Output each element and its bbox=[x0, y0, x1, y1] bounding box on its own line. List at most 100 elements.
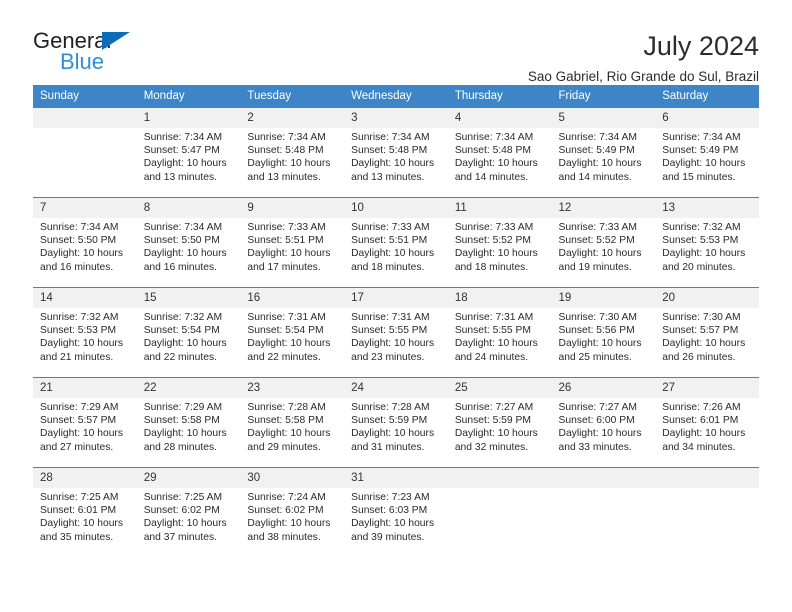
calendar-day-cell[interactable]: 2 Sunrise: 7:34 AM Sunset: 5:48 PM Daylight… bbox=[240, 108, 345, 198]
calendar-day-cell[interactable]: 14 Sunrise: 7:32 AM Sunset: 5:53 PM Dayligh… bbox=[33, 287, 137, 378]
day-number: 7 bbox=[33, 198, 137, 219]
calendar-day-cell[interactable]: 30 Sunrise: 7:24 AM Sunset: 6:02 PM Dayligh… bbox=[240, 467, 345, 557]
sunrise-time: Sunrise: 7:34 AM bbox=[40, 222, 119, 234]
sunset-time: Sunset: 5:48 PM bbox=[351, 145, 428, 157]
day-number bbox=[655, 468, 759, 488]
daylight-duration-line-2: and 15 minutes. bbox=[662, 171, 736, 183]
sunrise-time: Sunrise: 7:25 AM bbox=[143, 492, 223, 504]
calendar-day-cell[interactable]: 12 Sunrise: 7:33 AM Sunset: 5:52 PM Dayligh… bbox=[551, 197, 656, 288]
sunset-time: Sunset: 6:02 PM bbox=[247, 505, 324, 517]
day-number: 24 bbox=[344, 378, 448, 399]
calendar-day-cell[interactable]: 7 Sunrise: 7:34 AM Sunset: 5:50 PM Daylight… bbox=[33, 197, 137, 288]
day-details: Sunrise: 7:31 AM Sunset: 5:55 PM Daylight:… bbox=[344, 308, 448, 364]
sunset-time: Sunset: 5:57 PM bbox=[662, 325, 739, 337]
sunset-time: Sunset: 5:53 PM bbox=[662, 235, 739, 247]
calendar-day-cell[interactable]: 20 Sunrise: 7:30 AM Sunset: 5:57 PM Dayligh… bbox=[655, 287, 759, 378]
sunrise-time: Sunrise: 7:33 AM bbox=[247, 222, 326, 234]
calendar-day-cell[interactable]: 21 Sunrise: 7:29 AM Sunset: 5:57 PM Dayligh… bbox=[33, 377, 137, 468]
sunset-time: Sunset: 5:57 PM bbox=[40, 415, 117, 427]
calendar-day-cell[interactable]: 17 Sunrise: 7:31 AM Sunset: 5:55 PM Dayligh… bbox=[344, 287, 448, 378]
sunset-time: Sunset: 5:58 PM bbox=[143, 415, 220, 427]
calendar-day-cell[interactable]: 16 Sunrise: 7:31 AM Sunset: 5:54 PM Dayligh… bbox=[240, 287, 345, 378]
sunset-time: Sunset: 5:50 PM bbox=[40, 235, 117, 247]
calendar-day-cell[interactable]: 11 Sunrise: 7:33 AM Sunset: 5:52 PM Dayligh… bbox=[447, 197, 552, 288]
day-details: Sunrise: 7:32 AM Sunset: 5:53 PM Daylight:… bbox=[33, 308, 137, 364]
calendar-day-cell[interactable]: 5 Sunrise: 7:34 AM Sunset: 5:49 PM Daylight… bbox=[551, 108, 656, 198]
day-number: 2 bbox=[240, 108, 345, 129]
day-number: 1 bbox=[136, 108, 241, 129]
daylight-duration-line-2: and 33 minutes. bbox=[558, 441, 632, 453]
calendar-body: 1 Sunrise: 7:34 AM Sunset: 5:47 PM Daylight… bbox=[33, 108, 759, 557]
calendar-day-cell[interactable]: 4 Sunrise: 7:34 AM Sunset: 5:48 PM Daylight… bbox=[447, 108, 552, 198]
day-details: Sunrise: 7:25 AM Sunset: 6:02 PM Daylight:… bbox=[137, 488, 241, 544]
calendar-day-cell[interactable]: 10 Sunrise: 7:33 AM Sunset: 5:51 PM Dayligh… bbox=[344, 197, 448, 288]
sunrise-time: Sunrise: 7:34 AM bbox=[247, 132, 326, 144]
sunrise-sunset-calendar: Sunday Monday Tuesday Wednesday Thursday… bbox=[33, 85, 759, 557]
calendar-day-cell[interactable]: 9 Sunrise: 7:33 AM Sunset: 5:51 PM Daylight… bbox=[240, 197, 345, 288]
daylight-duration-line-1: Daylight: 10 hours bbox=[351, 338, 435, 350]
daylight-duration-line-2: and 22 minutes. bbox=[143, 351, 217, 363]
day-number: 3 bbox=[344, 108, 448, 129]
day-details: Sunrise: 7:34 AM Sunset: 5:50 PM Daylight:… bbox=[137, 218, 241, 274]
calendar-day-cell[interactable]: 23 Sunrise: 7:28 AM Sunset: 5:58 PM Dayligh… bbox=[240, 377, 345, 468]
calendar-week-row: 1 Sunrise: 7:34 AM Sunset: 5:47 PM Daylight… bbox=[33, 108, 759, 198]
daylight-duration-line-2: and 21 minutes. bbox=[40, 351, 114, 363]
calendar-day-cell[interactable]: 3 Sunrise: 7:34 AM Sunset: 5:48 PM Daylight… bbox=[344, 108, 448, 198]
daylight-duration-line-1: Daylight: 10 hours bbox=[143, 158, 227, 170]
sunset-time: Sunset: 5:47 PM bbox=[143, 145, 220, 157]
daylight-duration-line-2: and 14 minutes. bbox=[558, 171, 632, 183]
calendar-day-cell[interactable]: 29 Sunrise: 7:25 AM Sunset: 6:02 PM Dayligh… bbox=[136, 467, 241, 557]
daylight-duration-line-1: Daylight: 10 hours bbox=[351, 248, 435, 260]
calendar-day-cell[interactable]: 13 Sunrise: 7:32 AM Sunset: 5:53 PM Dayligh… bbox=[655, 197, 759, 288]
calendar-day-cell[interactable]: 22 Sunrise: 7:29 AM Sunset: 5:58 PM Dayligh… bbox=[136, 377, 241, 468]
day-number: 11 bbox=[447, 198, 552, 219]
daylight-duration-line-2: and 16 minutes. bbox=[143, 261, 217, 273]
sunrise-time: Sunrise: 7:24 AM bbox=[247, 492, 326, 504]
day-details: Sunrise: 7:34 AM Sunset: 5:47 PM Daylight:… bbox=[137, 128, 241, 184]
daylight-duration-line-2: and 13 minutes. bbox=[351, 171, 425, 183]
calendar-day-cell[interactable]: 31 Sunrise: 7:23 AM Sunset: 6:03 PM Dayligh… bbox=[344, 467, 448, 557]
daylight-duration-line-2: and 13 minutes. bbox=[143, 171, 217, 183]
day-details: Sunrise: 7:30 AM Sunset: 5:56 PM Daylight:… bbox=[552, 308, 656, 364]
calendar-day-cell[interactable]: 24 Sunrise: 7:28 AM Sunset: 5:59 PM Dayligh… bbox=[344, 377, 448, 468]
sunset-time: Sunset: 5:55 PM bbox=[454, 325, 531, 337]
day-details: Sunrise: 7:29 AM Sunset: 5:57 PM Daylight:… bbox=[33, 398, 137, 454]
daylight-duration-line-2: and 13 minutes. bbox=[247, 171, 321, 183]
day-number: 15 bbox=[136, 288, 241, 309]
day-number: 6 bbox=[655, 108, 759, 129]
day-number: 13 bbox=[655, 198, 759, 219]
general-blue-logo[interactable]: General Blue bbox=[33, 30, 173, 76]
sunset-time: Sunset: 5:52 PM bbox=[558, 235, 635, 247]
day-number: 4 bbox=[447, 108, 552, 129]
sunrise-time: Sunrise: 7:29 AM bbox=[143, 402, 223, 414]
sunset-time: Sunset: 6:02 PM bbox=[143, 505, 220, 517]
calendar-day-cell[interactable]: 8 Sunrise: 7:34 AM Sunset: 5:50 PM Daylight… bbox=[136, 197, 241, 288]
weekday-header-sunday: Sunday bbox=[33, 85, 137, 108]
calendar-day-cell-empty bbox=[655, 467, 759, 557]
calendar-day-cell[interactable]: 26 Sunrise: 7:27 AM Sunset: 6:00 PM Dayligh… bbox=[551, 377, 656, 468]
sunset-time: Sunset: 5:53 PM bbox=[40, 325, 117, 337]
calendar-day-cell[interactable]: 18 Sunrise: 7:31 AM Sunset: 5:55 PM Dayligh… bbox=[447, 287, 552, 378]
calendar-day-cell[interactable]: 1 Sunrise: 7:34 AM Sunset: 5:47 PM Daylight… bbox=[136, 108, 241, 198]
sunset-time: Sunset: 5:49 PM bbox=[558, 145, 635, 157]
day-details: Sunrise: 7:31 AM Sunset: 5:55 PM Daylight:… bbox=[448, 308, 552, 364]
calendar-day-cell[interactable]: 27 Sunrise: 7:26 AM Sunset: 6:01 PM Dayligh… bbox=[655, 377, 759, 468]
calendar-day-cell[interactable]: 15 Sunrise: 7:32 AM Sunset: 5:54 PM Dayligh… bbox=[136, 287, 241, 378]
sunset-time: Sunset: 5:52 PM bbox=[454, 235, 531, 247]
day-details: Sunrise: 7:25 AM Sunset: 6:01 PM Daylight:… bbox=[33, 488, 137, 544]
sunset-time: Sunset: 5:51 PM bbox=[351, 235, 428, 247]
daylight-duration-line-2: and 17 minutes. bbox=[247, 261, 321, 273]
weekday-header-friday: Friday bbox=[551, 85, 656, 108]
sunset-time: Sunset: 5:48 PM bbox=[454, 145, 531, 157]
daylight-duration-line-1: Daylight: 10 hours bbox=[143, 518, 227, 530]
sunset-time: Sunset: 5:58 PM bbox=[247, 415, 324, 427]
calendar-day-cell[interactable]: 19 Sunrise: 7:30 AM Sunset: 5:56 PM Dayligh… bbox=[551, 287, 656, 378]
day-details: Sunrise: 7:31 AM Sunset: 5:54 PM Daylight:… bbox=[240, 308, 344, 364]
daylight-duration-line-1: Daylight: 10 hours bbox=[143, 248, 227, 260]
daylight-duration-line-1: Daylight: 10 hours bbox=[558, 248, 642, 260]
sunset-time: Sunset: 6:00 PM bbox=[558, 415, 635, 427]
calendar-day-cell[interactable]: 25 Sunrise: 7:27 AM Sunset: 5:59 PM Dayligh… bbox=[447, 377, 552, 468]
calendar-day-cell[interactable]: 28 Sunrise: 7:25 AM Sunset: 6:01 PM Dayligh… bbox=[33, 467, 137, 557]
day-number: 21 bbox=[33, 378, 137, 399]
calendar-day-cell[interactable]: 6 Sunrise: 7:34 AM Sunset: 5:49 PM Daylight… bbox=[655, 108, 759, 198]
